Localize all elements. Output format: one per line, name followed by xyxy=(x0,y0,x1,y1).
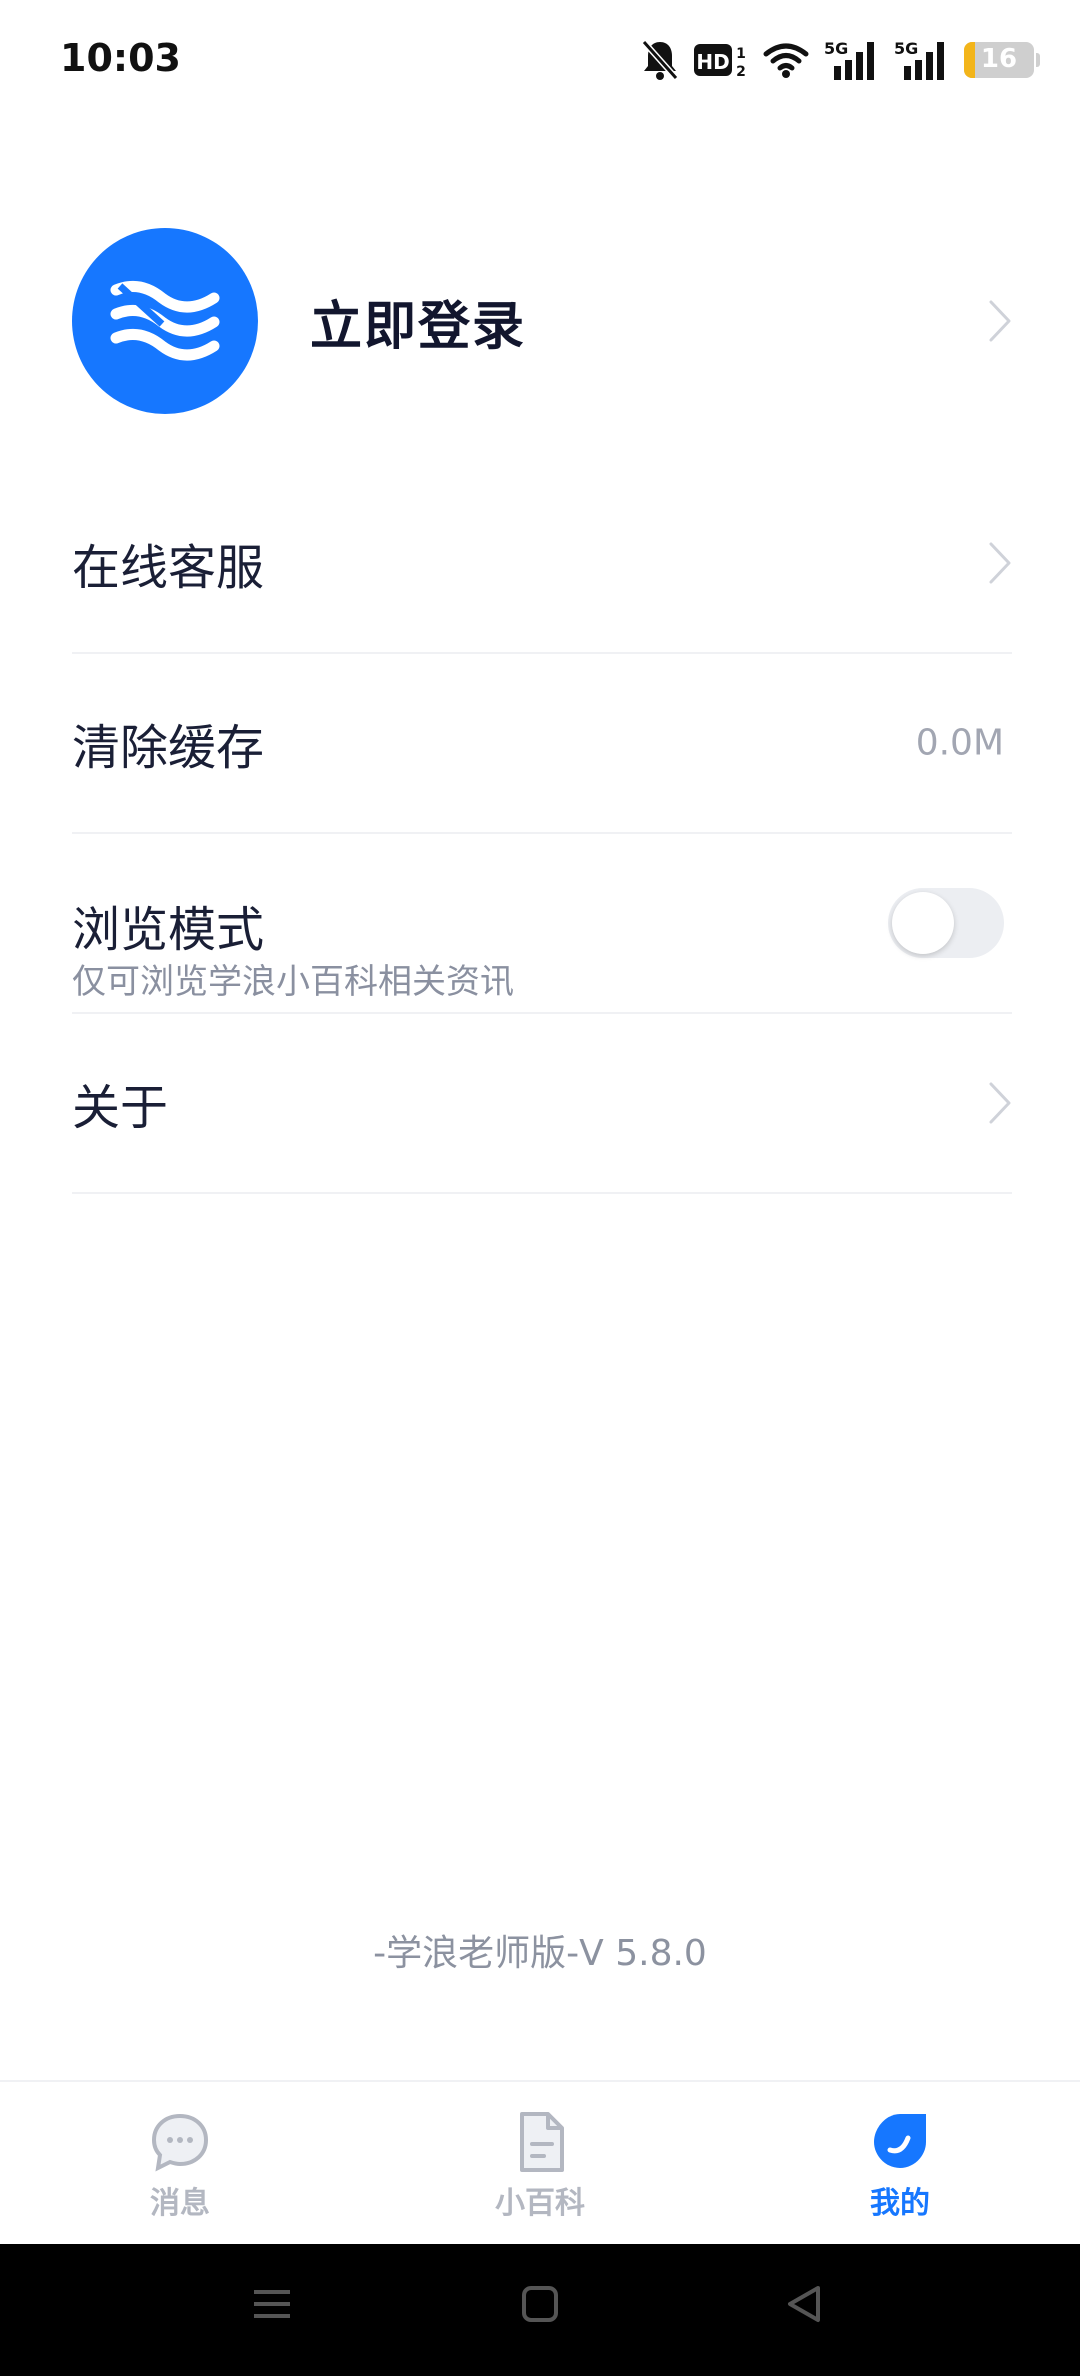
menu-item-label: 浏览模式 xyxy=(72,902,265,958)
login-label[interactable]: 立即登录 xyxy=(310,284,526,359)
login-row[interactable]: 立即登录 xyxy=(72,226,1012,416)
tab-label: 我的 xyxy=(870,2186,930,2221)
tab-mine[interactable]: 我的 xyxy=(800,2110,1000,2222)
browse-mode-toggle[interactable] xyxy=(888,888,1004,958)
back-icon[interactable] xyxy=(784,2284,824,2324)
hd-label: HD xyxy=(696,50,729,74)
svg-text:2: 2 xyxy=(736,64,746,80)
avatar[interactable] xyxy=(72,228,258,414)
profile-icon xyxy=(874,2114,926,2168)
tab-encyclopedia[interactable]: 小百科 xyxy=(440,2110,640,2222)
version-label: -学浪老师版-V 5.8.0 xyxy=(373,1933,707,1974)
settings-list: 在线客服 清除缓存 0.0M 浏览模式 仅可浏览学浪小百科相关资讯 关于 xyxy=(72,474,1012,1194)
menu-item-browse-mode: 浏览模式 仅可浏览学浪小百科相关资讯 xyxy=(72,834,1012,1014)
status-time: 10:03 xyxy=(60,36,181,80)
chevron-right-icon xyxy=(989,300,1011,342)
battery-cap xyxy=(1036,53,1040,67)
tab-messages[interactable]: 消息 xyxy=(80,2110,280,2222)
battery-text: 16 xyxy=(980,44,1018,74)
tab-label: 消息 xyxy=(150,2186,210,2221)
cache-size-value: 0.0M xyxy=(915,722,1004,764)
message-icon xyxy=(151,2113,209,2172)
tab-label: 小百科 xyxy=(495,2186,585,2221)
svg-text:1: 1 xyxy=(736,46,746,62)
tab-bar: 消息 小百科 我的 xyxy=(0,2080,1080,2244)
status-bar: 10:03 HD 1 2 5G 5G 16 xyxy=(0,0,1080,120)
menu-item-about[interactable]: 关于 xyxy=(72,1014,1012,1194)
wifi-icon xyxy=(762,40,810,80)
menu-icon[interactable] xyxy=(252,2284,292,2324)
system-nav-bar xyxy=(0,2244,1080,2376)
home-icon[interactable] xyxy=(520,2284,560,2324)
menu-item-clear-cache[interactable]: 清除缓存 0.0M xyxy=(72,654,1012,834)
menu-item-label: 在线客服 xyxy=(72,540,265,596)
toggle-knob xyxy=(892,892,954,954)
chevron-right-icon xyxy=(989,1082,1011,1124)
menu-item-customer-service[interactable]: 在线客服 xyxy=(72,474,1012,654)
battery-icon: 16 xyxy=(964,42,1034,78)
bell-muted-icon xyxy=(640,38,680,82)
document-icon xyxy=(520,2112,564,2172)
network-label: 5G xyxy=(824,39,848,58)
menu-item-label: 清除缓存 xyxy=(72,720,265,776)
chevron-right-icon xyxy=(989,542,1011,584)
signal-5g-icon: 5G xyxy=(824,38,880,82)
status-icons: HD 1 2 5G 5G 16 xyxy=(640,30,1040,90)
app-logo-icon xyxy=(110,280,220,361)
network-label: 5G xyxy=(894,39,918,58)
hd-icon: HD 1 2 xyxy=(694,40,748,80)
signal-5g-icon: 5G xyxy=(894,38,950,82)
menu-item-sublabel: 仅可浏览学浪小百科相关资讯 xyxy=(72,962,514,1002)
menu-item-label: 关于 xyxy=(72,1080,169,1136)
